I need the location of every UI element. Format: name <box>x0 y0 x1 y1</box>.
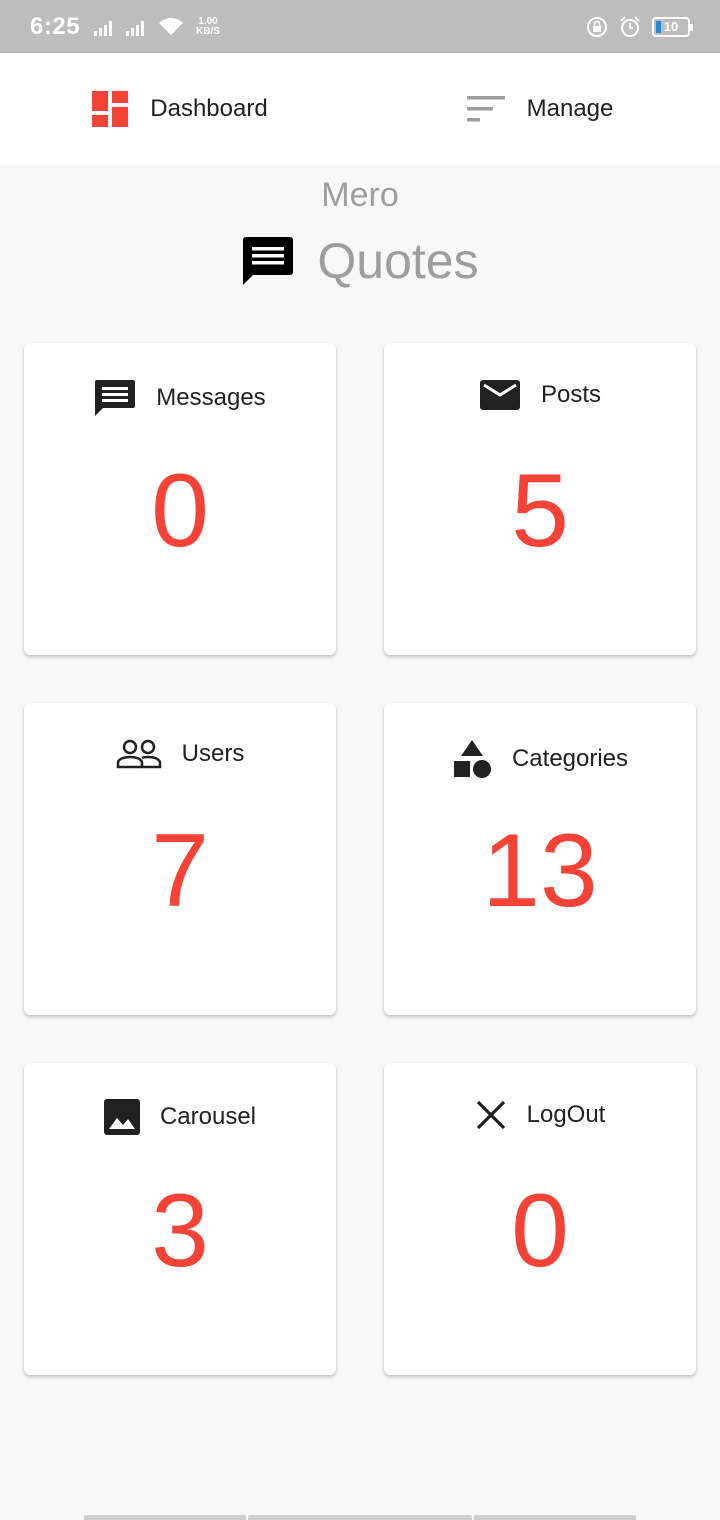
card-label: Users <box>181 740 245 767</box>
card-label: Posts <box>540 381 602 408</box>
net-speed: 1.00 KB/S <box>196 15 220 37</box>
card-head: LogOut <box>384 1099 696 1131</box>
card-users[interactable]: Users 7 <box>24 703 336 1015</box>
status-bar-right: 10 <box>586 15 693 39</box>
brand-subtitle: Mero <box>321 176 399 214</box>
card-messages[interactable]: Messages 0 <box>24 343 336 655</box>
card-value: 7 <box>151 813 209 929</box>
card-logout[interactable]: LogOut 0 <box>384 1063 696 1375</box>
status-bar: 6:25 1.00 KB/S 10 <box>0 0 720 53</box>
image-icon <box>103 1099 140 1135</box>
brand-title: Quotes <box>0 232 720 290</box>
nav-dashboard-label: Dashboard <box>150 95 268 122</box>
cell-signal-2-icon <box>126 18 145 36</box>
bottom-indicator <box>84 1515 246 1520</box>
card-value: 5 <box>511 453 569 569</box>
nav-manage[interactable]: Manage <box>360 53 720 165</box>
people-icon <box>116 739 161 769</box>
card-carousel[interactable]: Carousel 3 <box>24 1063 336 1375</box>
category-icon <box>453 740 491 778</box>
nav-dashboard[interactable]: Dashboard <box>0 53 360 165</box>
net-speed-unit: KB/S <box>196 25 220 37</box>
card-value: 0 <box>511 1173 569 1289</box>
nav-manage-label: Manage <box>526 95 614 122</box>
rotation-lock-icon <box>587 16 607 37</box>
brand-title-text: Quotes <box>317 233 479 289</box>
message-icon <box>95 380 136 416</box>
close-icon <box>476 1100 505 1130</box>
net-speed-value: 1.00 <box>198 15 218 27</box>
bottom-indicator <box>474 1515 636 1520</box>
top-nav: Dashboard Manage <box>0 53 720 165</box>
card-categories[interactable]: Categories 13 <box>384 703 696 1015</box>
alarm-icon <box>620 15 640 37</box>
card-posts[interactable]: Posts 5 <box>384 343 696 655</box>
card-head: Users <box>24 739 336 769</box>
card-value: 0 <box>151 453 209 569</box>
card-label: Messages <box>156 384 266 411</box>
dashboard-icon <box>92 91 129 127</box>
status-time: 6:25 <box>30 12 81 40</box>
card-label: Categories <box>511 745 629 772</box>
card-head: Categories <box>384 739 696 779</box>
bottom-indicator <box>248 1515 472 1520</box>
card-head: Messages <box>24 379 336 417</box>
cell-signal-icon <box>94 18 113 36</box>
battery-icon: 10 <box>652 16 693 37</box>
card-label: Carousel <box>159 1103 257 1130</box>
sort-icon <box>466 96 505 122</box>
card-head: Posts <box>384 379 696 411</box>
wifi-icon <box>159 17 184 35</box>
mail-icon <box>479 380 520 410</box>
status-bar-left: 6:25 1.00 KB/S <box>30 13 220 41</box>
chat-icon <box>243 237 294 285</box>
card-head: Carousel <box>24 1099 336 1135</box>
card-value: 13 <box>482 813 598 929</box>
card-value: 3 <box>151 1173 209 1289</box>
card-label: LogOut <box>526 1101 606 1128</box>
